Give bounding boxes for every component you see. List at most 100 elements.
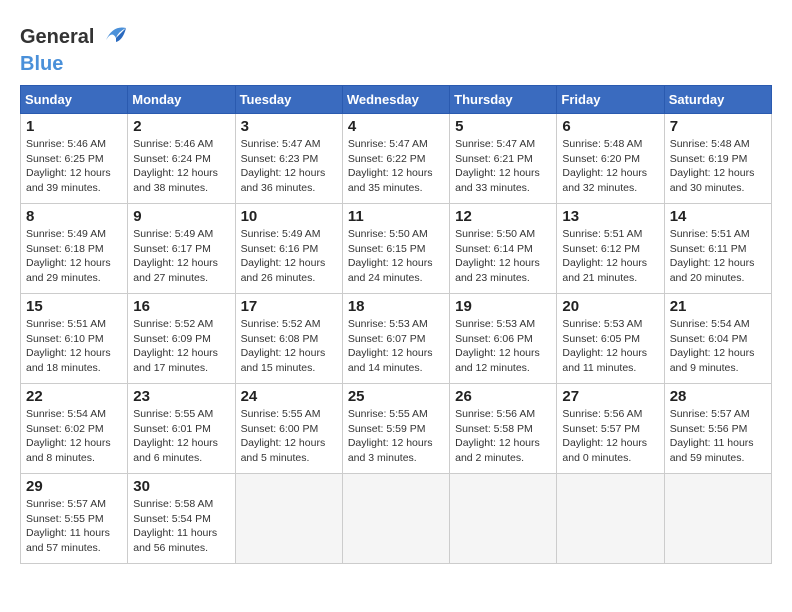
calendar-cell: 29 Sunrise: 5:57 AM Sunset: 5:55 PM Dayl… [21,474,128,564]
day-info: Sunrise: 5:50 AM Sunset: 6:15 PM Dayligh… [348,227,444,286]
calendar-cell [450,474,557,564]
calendar-cell: 17 Sunrise: 5:52 AM Sunset: 6:08 PM Dayl… [235,294,342,384]
day-info: Sunrise: 5:54 AM Sunset: 6:02 PM Dayligh… [26,407,122,466]
day-info: Sunrise: 5:51 AM Sunset: 6:10 PM Dayligh… [26,317,122,376]
day-info: Sunrise: 5:55 AM Sunset: 6:01 PM Dayligh… [133,407,229,466]
calendar-cell: 21 Sunrise: 5:54 AM Sunset: 6:04 PM Dayl… [664,294,771,384]
calendar-cell: 5 Sunrise: 5:47 AM Sunset: 6:21 PM Dayli… [450,114,557,204]
day-number: 4 [348,118,444,135]
day-info: Sunrise: 5:55 AM Sunset: 6:00 PM Dayligh… [241,407,337,466]
day-number: 18 [348,298,444,315]
calendar-cell: 1 Sunrise: 5:46 AM Sunset: 6:25 PM Dayli… [21,114,128,204]
day-info: Sunrise: 5:51 AM Sunset: 6:11 PM Dayligh… [670,227,766,286]
calendar-cell: 13 Sunrise: 5:51 AM Sunset: 6:12 PM Dayl… [557,204,664,294]
day-info: Sunrise: 5:52 AM Sunset: 6:08 PM Dayligh… [241,317,337,376]
calendar-cell [557,474,664,564]
calendar-cell: 12 Sunrise: 5:50 AM Sunset: 6:14 PM Dayl… [450,204,557,294]
column-header-wednesday: Wednesday [342,86,449,114]
day-number: 10 [241,208,337,225]
calendar-cell: 8 Sunrise: 5:49 AM Sunset: 6:18 PM Dayli… [21,204,128,294]
day-number: 1 [26,118,122,135]
column-header-thursday: Thursday [450,86,557,114]
calendar-cell: 19 Sunrise: 5:53 AM Sunset: 6:06 PM Dayl… [450,294,557,384]
day-number: 29 [26,478,122,495]
calendar-cell [342,474,449,564]
column-header-friday: Friday [557,86,664,114]
day-info: Sunrise: 5:46 AM Sunset: 6:24 PM Dayligh… [133,137,229,196]
day-info: Sunrise: 5:53 AM Sunset: 6:06 PM Dayligh… [455,317,551,376]
logo-bird-icon [98,20,128,53]
calendar-cell [235,474,342,564]
calendar-cell: 9 Sunrise: 5:49 AM Sunset: 6:17 PM Dayli… [128,204,235,294]
calendar-cell: 15 Sunrise: 5:51 AM Sunset: 6:10 PM Dayl… [21,294,128,384]
calendar-cell: 4 Sunrise: 5:47 AM Sunset: 6:22 PM Dayli… [342,114,449,204]
day-info: Sunrise: 5:55 AM Sunset: 5:59 PM Dayligh… [348,407,444,466]
logo-text-general: General [20,26,94,48]
calendar-cell [664,474,771,564]
day-number: 23 [133,388,229,405]
calendar-cell: 24 Sunrise: 5:55 AM Sunset: 6:00 PM Dayl… [235,384,342,474]
calendar-week-row: 1 Sunrise: 5:46 AM Sunset: 6:25 PM Dayli… [21,114,772,204]
calendar-cell: 11 Sunrise: 5:50 AM Sunset: 6:15 PM Dayl… [342,204,449,294]
day-number: 2 [133,118,229,135]
logo-text-blue: Blue [20,53,63,75]
day-info: Sunrise: 5:47 AM Sunset: 6:23 PM Dayligh… [241,137,337,196]
day-number: 19 [455,298,551,315]
calendar-cell: 20 Sunrise: 5:53 AM Sunset: 6:05 PM Dayl… [557,294,664,384]
day-number: 30 [133,478,229,495]
day-info: Sunrise: 5:57 AM Sunset: 5:56 PM Dayligh… [670,407,766,466]
calendar-cell: 22 Sunrise: 5:54 AM Sunset: 6:02 PM Dayl… [21,384,128,474]
day-number: 3 [241,118,337,135]
day-number: 5 [455,118,551,135]
day-number: 11 [348,208,444,225]
day-number: 15 [26,298,122,315]
day-info: Sunrise: 5:56 AM Sunset: 5:58 PM Dayligh… [455,407,551,466]
calendar-cell: 27 Sunrise: 5:56 AM Sunset: 5:57 PM Dayl… [557,384,664,474]
day-number: 25 [348,388,444,405]
calendar-cell: 16 Sunrise: 5:52 AM Sunset: 6:09 PM Dayl… [128,294,235,384]
day-info: Sunrise: 5:57 AM Sunset: 5:55 PM Dayligh… [26,497,122,556]
day-info: Sunrise: 5:46 AM Sunset: 6:25 PM Dayligh… [26,137,122,196]
column-header-sunday: Sunday [21,86,128,114]
day-info: Sunrise: 5:51 AM Sunset: 6:12 PM Dayligh… [562,227,658,286]
day-number: 16 [133,298,229,315]
calendar-cell: 7 Sunrise: 5:48 AM Sunset: 6:19 PM Dayli… [664,114,771,204]
day-info: Sunrise: 5:54 AM Sunset: 6:04 PM Dayligh… [670,317,766,376]
day-number: 24 [241,388,337,405]
calendar-week-row: 8 Sunrise: 5:49 AM Sunset: 6:18 PM Dayli… [21,204,772,294]
day-number: 6 [562,118,658,135]
day-number: 26 [455,388,551,405]
calendar-cell: 26 Sunrise: 5:56 AM Sunset: 5:58 PM Dayl… [450,384,557,474]
logo: General Blue [20,20,128,75]
calendar-cell: 6 Sunrise: 5:48 AM Sunset: 6:20 PM Dayli… [557,114,664,204]
page-header: General Blue [20,20,772,75]
day-info: Sunrise: 5:52 AM Sunset: 6:09 PM Dayligh… [133,317,229,376]
day-number: 12 [455,208,551,225]
day-number: 17 [241,298,337,315]
day-number: 13 [562,208,658,225]
day-number: 21 [670,298,766,315]
column-header-tuesday: Tuesday [235,86,342,114]
column-header-monday: Monday [128,86,235,114]
calendar-week-row: 22 Sunrise: 5:54 AM Sunset: 6:02 PM Dayl… [21,384,772,474]
calendar-cell: 14 Sunrise: 5:51 AM Sunset: 6:11 PM Dayl… [664,204,771,294]
day-info: Sunrise: 5:49 AM Sunset: 6:17 PM Dayligh… [133,227,229,286]
day-number: 27 [562,388,658,405]
day-info: Sunrise: 5:58 AM Sunset: 5:54 PM Dayligh… [133,497,229,556]
day-number: 22 [26,388,122,405]
day-info: Sunrise: 5:56 AM Sunset: 5:57 PM Dayligh… [562,407,658,466]
day-number: 20 [562,298,658,315]
day-number: 28 [670,388,766,405]
calendar-week-row: 29 Sunrise: 5:57 AM Sunset: 5:55 PM Dayl… [21,474,772,564]
day-info: Sunrise: 5:48 AM Sunset: 6:20 PM Dayligh… [562,137,658,196]
calendar-week-row: 15 Sunrise: 5:51 AM Sunset: 6:10 PM Dayl… [21,294,772,384]
calendar-table: SundayMondayTuesdayWednesdayThursdayFrid… [20,85,772,564]
day-info: Sunrise: 5:49 AM Sunset: 6:16 PM Dayligh… [241,227,337,286]
day-number: 7 [670,118,766,135]
calendar-header-row: SundayMondayTuesdayWednesdayThursdayFrid… [21,86,772,114]
calendar-cell: 25 Sunrise: 5:55 AM Sunset: 5:59 PM Dayl… [342,384,449,474]
day-number: 14 [670,208,766,225]
column-header-saturday: Saturday [664,86,771,114]
calendar-cell: 23 Sunrise: 5:55 AM Sunset: 6:01 PM Dayl… [128,384,235,474]
day-info: Sunrise: 5:47 AM Sunset: 6:21 PM Dayligh… [455,137,551,196]
